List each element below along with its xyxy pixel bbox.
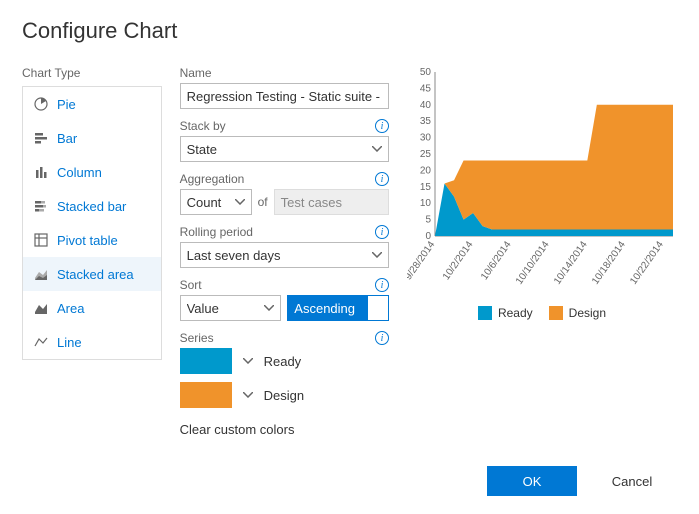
svg-text:10/18/2014: 10/18/2014 (590, 239, 628, 287)
legend-swatch (478, 306, 492, 320)
chart-type-stacked-bar[interactable]: Stacked bar (23, 189, 161, 223)
chart-type-pie[interactable]: Pie (23, 87, 161, 121)
stack-by-select[interactable]: State (180, 136, 389, 162)
svg-text:15: 15 (420, 182, 432, 193)
chart-type-stacked-area[interactable]: Stacked area (23, 257, 161, 291)
chevron-down-icon[interactable] (242, 355, 254, 367)
clear-custom-colors-link[interactable]: Clear custom colors (180, 422, 295, 437)
chart-type-label: Chart Type (22, 66, 162, 80)
column-icon (33, 164, 49, 180)
chart-preview: 051015202530354045509/28/201410/2/201410… (407, 66, 677, 296)
info-icon[interactable]: i (375, 331, 389, 345)
chevron-down-icon[interactable] (242, 389, 254, 401)
area-icon (33, 300, 49, 316)
svg-text:45: 45 (420, 83, 432, 94)
legend-label: Design (569, 306, 606, 320)
svg-text:10: 10 (420, 198, 432, 209)
sort-label: Sort (180, 278, 202, 292)
svg-text:50: 50 (420, 67, 432, 78)
chart-type-item-label: Pie (57, 97, 76, 112)
svg-text:10/14/2014: 10/14/2014 (552, 239, 590, 287)
aggregation-of-label: of (258, 195, 268, 209)
svg-text:25: 25 (420, 149, 432, 160)
pie-icon (33, 96, 49, 112)
info-icon[interactable]: i (375, 172, 389, 186)
aggregation-select[interactable]: Count (180, 189, 252, 215)
pivot-table-icon (33, 232, 49, 248)
line-icon (33, 334, 49, 350)
series-name-label: Ready (264, 354, 302, 369)
info-icon[interactable]: i (375, 119, 389, 133)
chart-type-bar[interactable]: Bar (23, 121, 161, 155)
aggregation-target: Test cases (274, 189, 389, 215)
svg-text:20: 20 (420, 165, 432, 176)
name-input[interactable] (180, 83, 389, 109)
chart-type-item-label: Line (57, 335, 82, 350)
chart-type-item-label: Stacked bar (57, 199, 126, 214)
ok-button[interactable]: OK (487, 466, 577, 496)
stacked-bar-icon (33, 198, 49, 214)
svg-text:5: 5 (425, 215, 431, 226)
chart-type-list: Pie Bar Column Stacked bar Pivot table Stacke… (22, 86, 162, 360)
svg-text:10/2/2014: 10/2/2014 (441, 239, 476, 282)
svg-text:9/28/2014: 9/28/2014 (407, 239, 438, 282)
series-name-label: Design (264, 388, 304, 403)
cancel-button[interactable]: Cancel (587, 466, 677, 496)
series-label: Series (180, 331, 214, 345)
svg-text:35: 35 (420, 116, 432, 127)
chart-type-column[interactable]: Column (23, 155, 161, 189)
chart-type-item-label: Bar (57, 131, 77, 146)
chart-type-line[interactable]: Line (23, 325, 161, 359)
chart-type-item-label: Pivot table (57, 233, 118, 248)
series-color-swatch[interactable] (180, 348, 232, 374)
chart-type-item-label: Column (57, 165, 102, 180)
chart-type-item-label: Area (57, 301, 84, 316)
aggregation-label: Aggregation (180, 172, 245, 186)
info-icon[interactable]: i (375, 225, 389, 239)
sort-field-select[interactable]: Value (180, 295, 282, 321)
name-label: Name (180, 66, 212, 80)
series-row: Ready (180, 348, 389, 374)
svg-text:10/10/2014: 10/10/2014 (514, 239, 552, 287)
svg-text:40: 40 (420, 100, 432, 111)
rolling-period-label: Rolling period (180, 225, 253, 239)
chart-type-area[interactable]: Area (23, 291, 161, 325)
stack-by-label: Stack by (180, 119, 226, 133)
svg-text:10/22/2014: 10/22/2014 (628, 239, 666, 287)
bar-icon (33, 130, 49, 146)
svg-text:30: 30 (420, 133, 432, 144)
legend-swatch (549, 306, 563, 320)
dialog-title: Configure Chart (22, 18, 677, 44)
stacked-area-icon (33, 266, 49, 282)
rolling-period-select[interactable]: Last seven days (180, 242, 389, 268)
series-row: Design (180, 382, 389, 408)
legend-item: Design (549, 306, 606, 320)
chart-type-pivot-table[interactable]: Pivot table (23, 223, 161, 257)
series-color-swatch[interactable] (180, 382, 232, 408)
chart-type-item-label: Stacked area (57, 267, 134, 282)
info-icon[interactable]: i (375, 278, 389, 292)
svg-text:10/6/2014: 10/6/2014 (479, 239, 514, 282)
legend-label: Ready (498, 306, 533, 320)
sort-direction-select[interactable]: Ascending (287, 295, 389, 321)
chart-legend: Ready Design (407, 306, 677, 320)
legend-item: Ready (478, 306, 533, 320)
